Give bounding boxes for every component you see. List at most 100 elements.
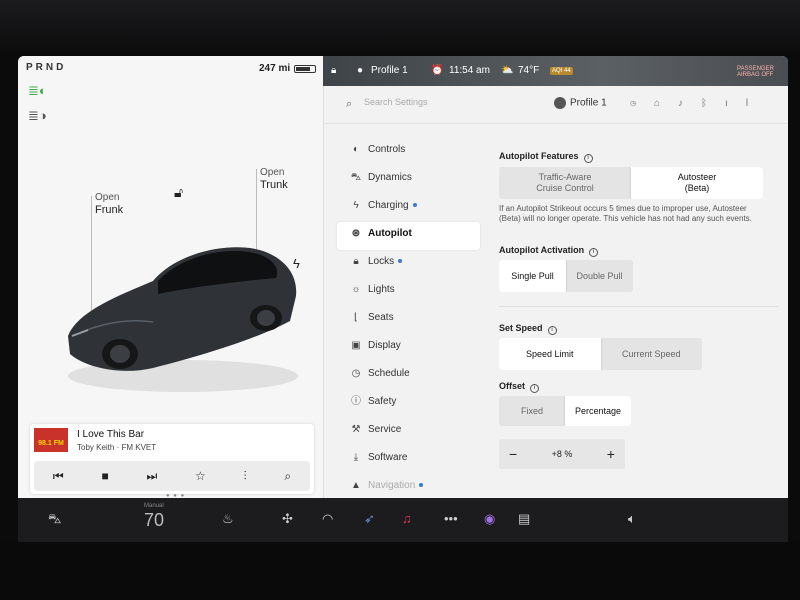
menu-item-safety[interactable]: ⓘ Safety xyxy=(340,390,480,418)
speed-limit-option[interactable]: Speed Limit xyxy=(499,338,601,370)
lock-icon[interactable]: 🔒︎ xyxy=(331,65,336,76)
notification-dot xyxy=(419,483,424,488)
info-icon[interactable]: i xyxy=(547,326,557,335)
offset-stepper: − +8 % + xyxy=(499,439,625,469)
alarm-icon[interactable]: ◷ xyxy=(630,98,654,109)
weather-icon: ⛅ xyxy=(501,65,514,76)
navigation-arrow-icon: ▲ xyxy=(351,480,361,491)
frunk-label: Frunk xyxy=(95,204,124,216)
screen: PRND 247 mi ≣◐ ≣◑ Open Frunk Open Trunk … xyxy=(18,56,788,498)
alarm-clock-icon: ⏰ xyxy=(431,65,444,76)
fan-icon[interactable]: ✣ xyxy=(282,511,293,527)
menu-item-display[interactable]: ▣ Display xyxy=(340,334,480,362)
camera-app-icon[interactable]: ◉ xyxy=(484,511,495,527)
traffic-aware-cruise-control-option[interactable]: Traffic-Aware Cruise Control xyxy=(499,167,631,199)
single-pull-option[interactable]: Single Pull xyxy=(499,260,566,292)
fixed-option[interactable]: Fixed xyxy=(499,396,565,426)
car-icon: ⛍ xyxy=(350,172,362,183)
display-icon: ▣ xyxy=(351,340,361,351)
aqi-badge: AQI 44 xyxy=(550,67,573,75)
stop-icon[interactable]: ■ xyxy=(101,469,108,483)
previous-track-icon[interactable]: ⏮ xyxy=(53,469,64,484)
search-icon: ⌕ xyxy=(346,98,353,110)
lock-icon: 🔒︎ xyxy=(353,256,359,267)
settings-header: ⌕ Profile 1 ◷⌂♪ᛒıl xyxy=(324,86,788,124)
frunk-button[interactable]: Open Frunk xyxy=(95,192,123,217)
bell-icon[interactable]: ♪ xyxy=(678,98,701,109)
parking-light-icon: ≣◑ xyxy=(28,108,47,123)
car-icon[interactable]: ⛍ xyxy=(48,511,61,529)
climate-mode-label: Manual xyxy=(144,503,164,509)
menu-item-software[interactable]: ⤓ Software xyxy=(340,446,480,474)
trunk-open-text: Open xyxy=(260,167,285,178)
profile-name: Profile 1 xyxy=(570,97,607,109)
set-speed-selector: Speed Limit Current Speed xyxy=(499,338,702,370)
bezel-top xyxy=(0,0,800,55)
notes-app-icon[interactable]: ▤ xyxy=(518,511,530,527)
menu-item-charging[interactable]: ϟ Charging xyxy=(340,194,480,222)
info-icon[interactable]: i xyxy=(583,154,593,163)
rear-defrost-icon[interactable]: ♨ xyxy=(222,511,234,527)
profile-icon: ● xyxy=(357,65,364,76)
bottom-dock: ⛍ Manual 70 ♨ ✣ ◠ ➶ ♫ ••• ◉ ▤ 🔈︎ xyxy=(18,498,788,542)
search-settings-input[interactable] xyxy=(364,97,514,107)
media-player: 98.1 FM I Love This Bar Toby Keith · FM … xyxy=(30,424,314,494)
lte-signal-icon: ıl xyxy=(725,98,767,109)
download-icon: ⤓ xyxy=(353,452,359,463)
volume-icon[interactable]: 🔈︎ xyxy=(628,511,636,527)
offset-title: Offset i xyxy=(499,381,540,393)
autosteer-option[interactable]: Autosteer (Beta) xyxy=(631,167,763,199)
wrench-icon: ⚒ xyxy=(351,424,361,435)
menu-item-dynamics[interactable]: ⛍ Dynamics xyxy=(340,166,480,194)
menu-item-schedule[interactable]: ◷ Schedule xyxy=(340,362,480,390)
menu-item-seats[interactable]: ⌊ Seats xyxy=(340,306,480,334)
info-icon[interactable]: i xyxy=(530,384,540,393)
topbar-profile[interactable]: Profile 1 xyxy=(371,65,408,76)
settings-panel: ⌕ Profile 1 ◷⌂♪ᛒıl ◐Controls ⛍Dynamics ϟ… xyxy=(323,86,788,498)
plus-icon[interactable]: + xyxy=(607,446,615,462)
range-readout: 247 mi xyxy=(259,63,291,74)
menu-item-autopilot[interactable]: ⊛ Autopilot xyxy=(337,222,480,250)
minus-icon[interactable]: − xyxy=(509,446,517,462)
vehicle-panel: PRND 247 mi ≣◐ ≣◑ Open Frunk Open Trunk … xyxy=(18,56,323,498)
double-pull-option[interactable]: Double Pull xyxy=(566,260,633,292)
next-track-icon[interactable]: ⏭ xyxy=(146,469,157,484)
autopilot-activation-title: Autopilot Activation i xyxy=(499,245,599,257)
cabin-temperature[interactable]: 70 xyxy=(144,510,164,531)
menu-item-locks[interactable]: 🔒︎ Locks xyxy=(340,250,480,278)
navigation-app-icon[interactable]: ➶ xyxy=(364,511,375,527)
profile-button[interactable]: Profile 1 xyxy=(554,97,607,109)
toggle-icon: ◐ xyxy=(352,144,360,155)
clock-time: 11:54 am xyxy=(449,65,490,76)
more-apps-icon[interactable]: ••• xyxy=(444,511,458,526)
autopilot-features-title: Autopilot Features i xyxy=(499,151,593,163)
status-bar: 🔒︎ ● Profile 1 ⏰ 11:54 am ⛅ 74°F AQI 44 … xyxy=(323,56,788,86)
song-title: I Love This Bar xyxy=(77,429,145,440)
strikeout-note: If an Autopilot Strikeout occurs 5 times… xyxy=(499,204,752,223)
menu-item-navigation[interactable]: ▲ Navigation xyxy=(340,474,480,498)
music-app-icon[interactable]: ♫ xyxy=(402,511,412,526)
notification-dot xyxy=(412,203,417,208)
settings-menu: ◐ Controls ⛍ Dynamics ϟ Charging ⊛ Autopilot… xyxy=(337,138,480,498)
car-model-image xyxy=(68,247,298,392)
percentage-option[interactable]: Percentage xyxy=(565,396,631,426)
homelink-icon[interactable]: ⌂ xyxy=(654,98,678,109)
info-circle-icon: ⓘ xyxy=(351,396,361,407)
menu-item-lights[interactable]: ☼ Lights xyxy=(340,278,480,306)
frunk-open-text: Open xyxy=(95,192,120,203)
media-search-icon[interactable]: ⌕ xyxy=(284,469,291,484)
current-speed-option[interactable]: Current Speed xyxy=(601,338,703,370)
unlock-icon[interactable]: 🔓︎ xyxy=(174,184,183,201)
gear-indicator: PRND xyxy=(26,62,67,73)
equalizer-icon[interactable]: ⫶ xyxy=(244,469,247,484)
trunk-button[interactable]: Open Trunk xyxy=(260,167,288,192)
seat-icon: ⌊ xyxy=(354,312,358,323)
info-icon[interactable]: i xyxy=(589,248,599,257)
menu-item-service[interactable]: ⚒ Service xyxy=(340,418,480,446)
notification-dot xyxy=(398,259,403,264)
bluetooth-icon[interactable]: ᛒ xyxy=(701,98,725,109)
front-defrost-icon[interactable]: ◠ xyxy=(322,511,333,527)
menu-item-controls[interactable]: ◐ Controls xyxy=(340,138,480,166)
artist-station: Toby Keith · FM KVET xyxy=(77,443,157,452)
favorite-star-icon[interactable]: ☆ xyxy=(195,469,206,483)
